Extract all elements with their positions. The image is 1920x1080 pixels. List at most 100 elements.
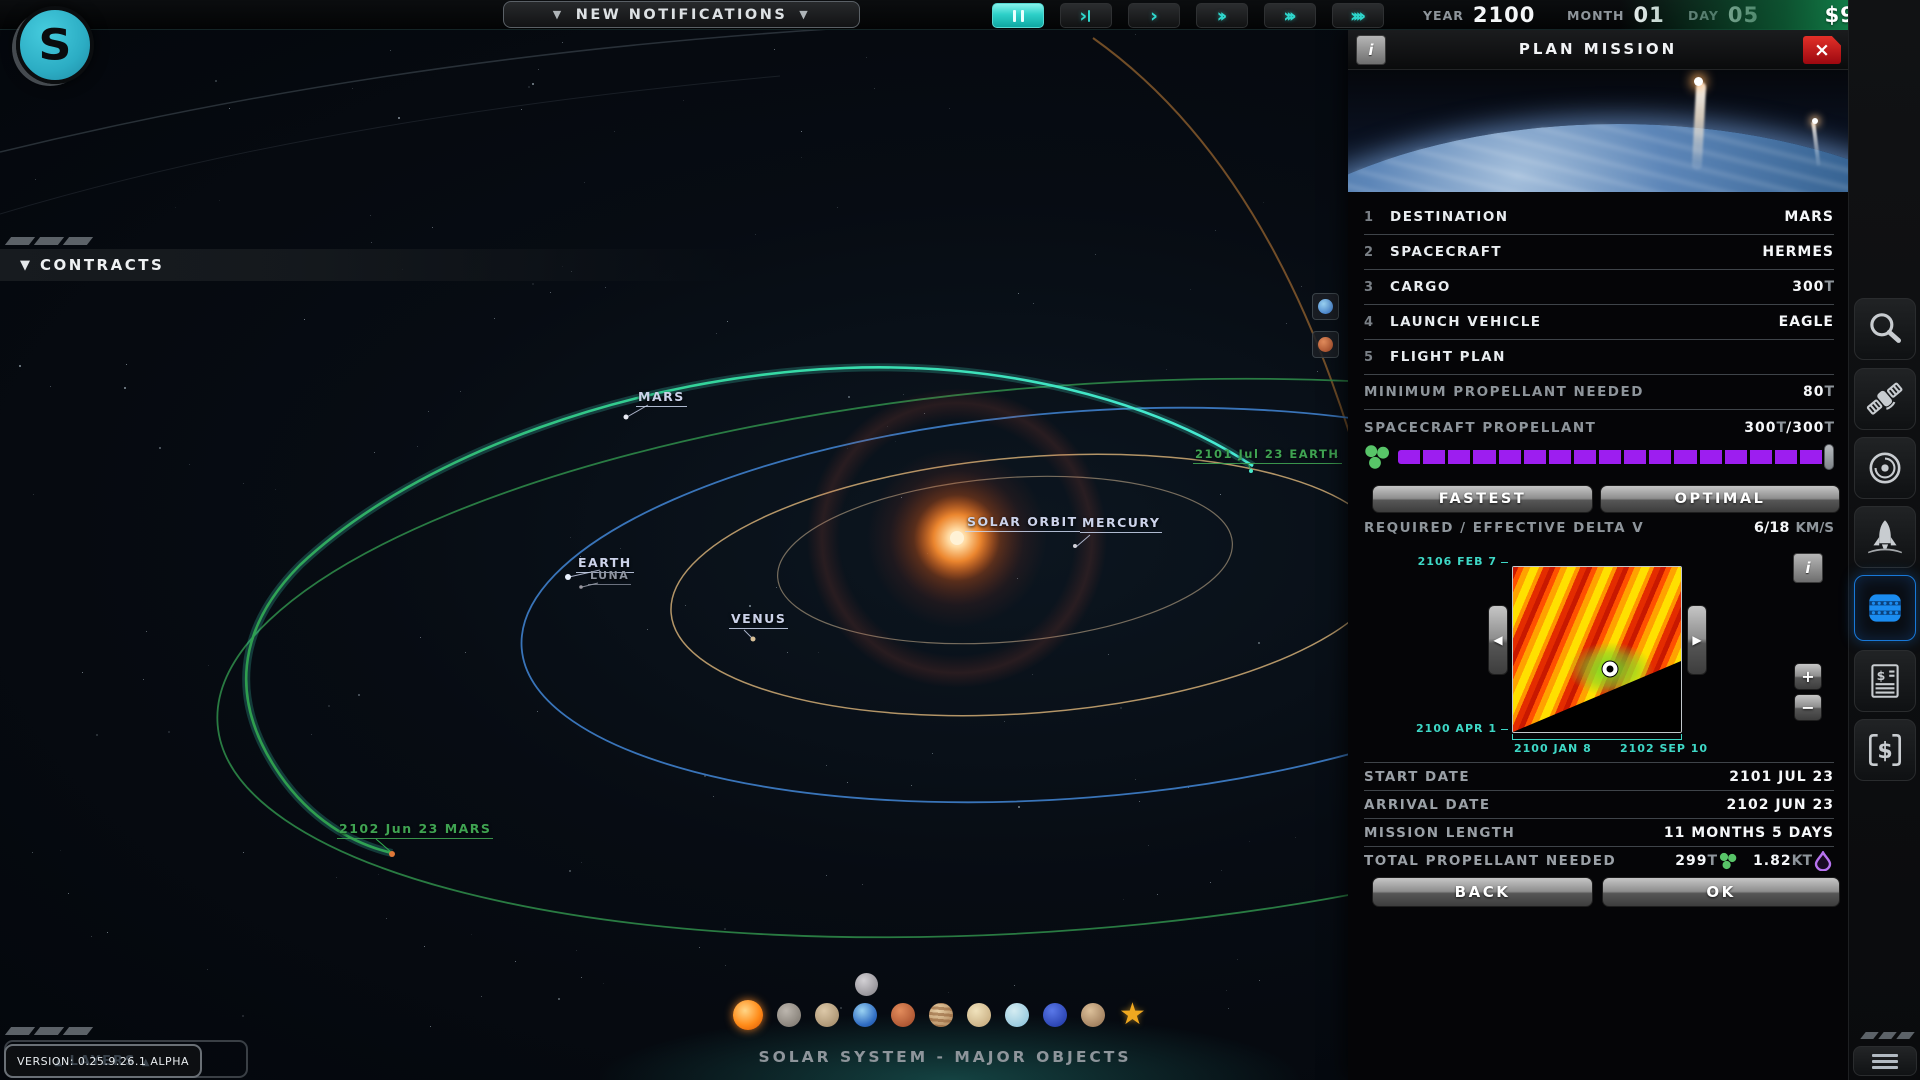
step-cargo[interactable]: 3 CARGO 300 T (1364, 270, 1834, 305)
planet-icon-neptune[interactable] (1043, 1003, 1067, 1027)
step-flight-plan[interactable]: 5 FLIGHT PLAN (1364, 340, 1834, 375)
planet-icon-mars[interactable] (891, 1003, 915, 1027)
selected-transfer-marker[interactable] (1602, 661, 1618, 677)
time-step-button[interactable]: › (1060, 3, 1112, 28)
planet-icon-sun[interactable] (733, 1000, 763, 1030)
sidebar-flight-plan-button[interactable] (1854, 575, 1916, 641)
year-display: YEAR 2100 (1423, 0, 1535, 30)
dropdown-arrow-icon: ▼ (799, 8, 811, 21)
planet-icon-pluto[interactable] (1081, 1003, 1105, 1027)
game-logo: S (16, 6, 94, 84)
optimal-button[interactable]: OPTIMAL (1600, 485, 1840, 513)
planet-icon-jupiter[interactable] (929, 1003, 953, 1027)
finance-report-icon: $ (1871, 664, 1899, 698)
svg-text:$: $ (1877, 739, 1892, 764)
sun[interactable] (950, 531, 964, 545)
time-play-3x-button[interactable]: › › › (1264, 3, 1316, 28)
top-bar: ▼ NEW NOTIFICATIONS ▼ › › › › › › › › › › › YEAR 2… (0, 0, 1920, 30)
plot-xmax-label: 2102 SEP 10 (1620, 742, 1709, 755)
step-destination[interactable]: 1 DESTINATION MARS (1364, 200, 1834, 235)
sidebar-satellites-button[interactable] (1854, 368, 1916, 430)
plus-icon: + (1801, 667, 1815, 686)
hero-rocket-flame (1694, 77, 1703, 86)
hero-earth (1348, 124, 1848, 192)
earth-marker[interactable] (565, 574, 571, 580)
planet-icon-venus[interactable] (815, 1003, 839, 1027)
rocket-icon (1868, 520, 1902, 554)
min-propellant-row: MINIMUM PROPELLANT NEEDED 80 T (1364, 375, 1834, 410)
year-label: YEAR (1423, 7, 1464, 23)
zoom-in-button[interactable]: + (1794, 663, 1822, 690)
propellant-slider[interactable] (1364, 442, 1834, 472)
map-label-luna[interactable]: LUNA (588, 569, 632, 585)
planet-icon-mercury[interactable] (777, 1003, 801, 1027)
version-text: VERSION: 0.25.9.26.1 ALPHA (17, 1054, 189, 1068)
venus-label-leader (743, 629, 753, 639)
plot-info-button[interactable]: i (1793, 553, 1823, 583)
mercury-marker[interactable] (1073, 544, 1077, 548)
total-propellant-row: TOTAL PROPELLANT NEEDED 299 T 1.82 KT (1364, 846, 1834, 874)
planet-icon-moon[interactable] (855, 973, 878, 996)
propellant-slider-handle[interactable] (1824, 444, 1834, 470)
map-label-mars[interactable]: MARS (636, 389, 687, 407)
mission-length-row: MISSION LENGTH 11 MONTHS 5 DAYS (1364, 818, 1834, 846)
spacecraft-propellant-row: SPACECRAFT PROPELLANT 300 T/300 T (1364, 419, 1834, 436)
time-play-1x-button[interactable]: › (1128, 3, 1180, 28)
time-play-4x-button[interactable]: › › › › (1332, 3, 1384, 28)
map-chip-earth[interactable] (1312, 293, 1339, 320)
time-play-2x-button[interactable]: › › (1196, 3, 1248, 28)
earth-chip-icon (1318, 299, 1333, 314)
map-label-solar-orbit[interactable]: SOLAR ORBIT (965, 514, 1080, 532)
notifications-label: NEW NOTIFICATIONS (575, 6, 788, 23)
step-launch-vehicle[interactable]: 4 LAUNCH VEHICLE EAGLE (1364, 305, 1834, 340)
planet-icon-earth[interactable] (853, 1003, 877, 1027)
plan-mission-panel: i PLAN MISSION × 1 DESTINATION MARS 2 SP… (1348, 30, 1848, 1080)
venus-marker[interactable] (750, 636, 756, 642)
plot-x-axis (1512, 734, 1682, 740)
plot-next-button[interactable]: ▶ (1687, 605, 1707, 675)
luna-marker[interactable] (579, 585, 583, 589)
sidebar-launch-button[interactable] (1854, 506, 1916, 568)
outer-orbit-arc (0, 17, 1121, 153)
sidebar-search-button[interactable] (1854, 298, 1916, 360)
back-button[interactable]: BACK (1372, 877, 1593, 907)
porkchop-plot[interactable] (1512, 566, 1682, 733)
close-icon: × (1814, 39, 1830, 61)
planet-icon-uranus[interactable] (1005, 1003, 1029, 1027)
right-arrow-icon: ▶ (1692, 633, 1702, 647)
budget-icon: $ (1868, 733, 1902, 767)
object-selector-bar: ★ (733, 973, 1146, 1030)
map-label-venus[interactable]: VENUS (729, 611, 789, 629)
sidebar-finance-report-button[interactable]: $ (1854, 650, 1916, 712)
arrival-date-row: ARRIVAL DATE 2102 JUN 23 (1364, 790, 1834, 818)
mars-marker[interactable] (623, 414, 629, 420)
panel-title: PLAN MISSION (1518, 40, 1678, 58)
layers-toggle[interactable]: LAYERS VERSION: 0.25.9.26.1 ALPHA (4, 1044, 202, 1078)
stripe-decoration (4, 237, 94, 245)
time-pause-button[interactable] (992, 3, 1044, 28)
flight-plan-icon (1869, 594, 1901, 622)
satellite-icon (1866, 382, 1903, 415)
fuel-droplet-icon (1814, 850, 1832, 871)
menu-button[interactable] (1853, 1046, 1917, 1076)
sidebar-budget-button[interactable]: $ (1854, 719, 1916, 781)
stripe-decoration (4, 1027, 94, 1035)
plot-prev-button[interactable]: ◀ (1488, 605, 1508, 675)
propellant-bar[interactable] (1398, 450, 1823, 464)
contracts-dropdown[interactable]: ▼ CONTRACTS (0, 249, 920, 281)
planet-icon-saturn[interactable] (967, 1003, 991, 1027)
sidebar-orbits-button[interactable] (1854, 437, 1916, 499)
ok-button[interactable]: OK (1602, 877, 1840, 907)
map-label-mercury[interactable]: MERCURY (1080, 515, 1163, 533)
map-label-arrival-date: 2102 Jun 23 MARS (337, 821, 494, 839)
step-spacecraft[interactable]: 2 SPACECRAFT HERMES (1364, 235, 1834, 270)
zoom-out-button[interactable]: − (1794, 694, 1822, 721)
dropdown-arrow-icon: ▼ (552, 8, 564, 21)
favorites-star-icon[interactable]: ★ (1119, 1000, 1146, 1030)
plot-xmin-label: 2100 JAN 8 (1514, 742, 1592, 755)
close-button[interactable]: × (1803, 36, 1841, 64)
notifications-dropdown[interactable]: ▼ NEW NOTIFICATIONS ▼ (503, 1, 860, 28)
propellant-dots-icon (1365, 445, 1389, 469)
map-chip-mars[interactable] (1312, 331, 1339, 358)
fastest-button[interactable]: FASTEST (1372, 485, 1593, 513)
